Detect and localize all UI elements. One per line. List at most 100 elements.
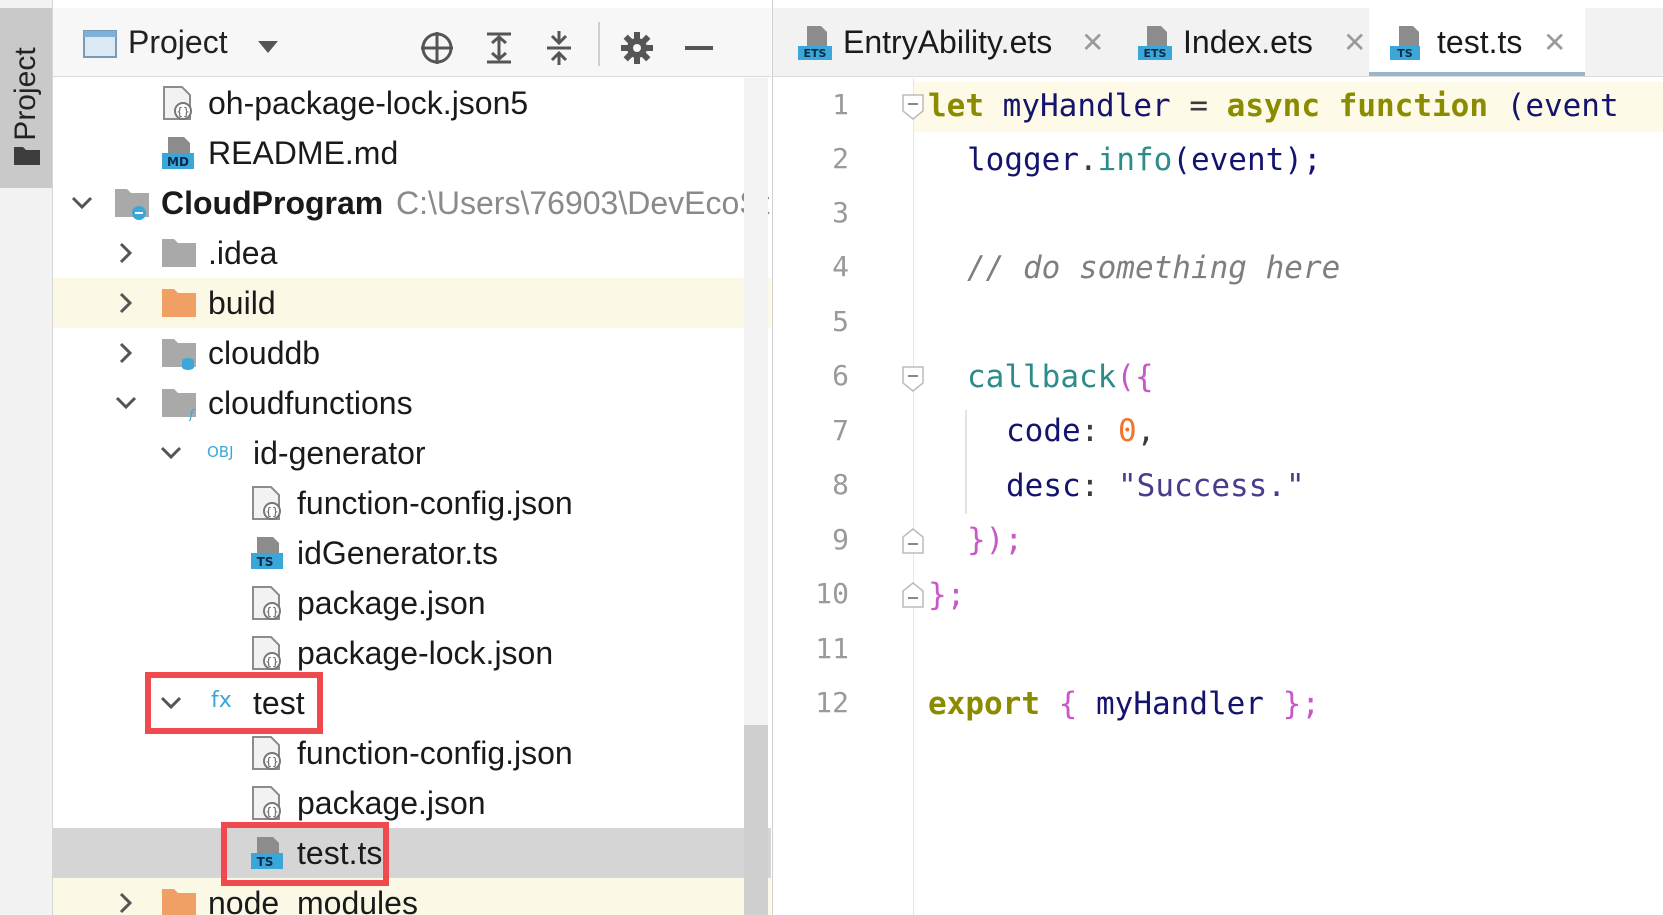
project-view-icon: [83, 30, 117, 58]
code-line-7[interactable]: code: 0,: [1006, 411, 1155, 451]
folder-icon: [14, 147, 40, 165]
line-number: 12: [815, 686, 849, 719]
chevron-down-icon[interactable]: [158, 440, 184, 466]
tab-test-ts[interactable]: TS test.ts ✕: [1369, 8, 1585, 76]
tree-item-package-lock-json[interactable]: {} package-lock.json: [53, 628, 771, 678]
line-number: 2: [832, 142, 849, 175]
svg-text:{}: {}: [265, 755, 278, 768]
expand-all-icon[interactable]: [479, 28, 519, 68]
indent-guide: [965, 410, 967, 514]
toolbar-divider: [598, 22, 600, 66]
chevron-right-icon[interactable]: [113, 890, 139, 915]
project-tool-tab-label: Project: [9, 47, 42, 141]
svg-text:TS: TS: [1397, 47, 1413, 60]
highlight-box-test-ts: [221, 822, 389, 886]
tree-item-function-config[interactable]: {} function-config.json: [53, 478, 771, 528]
svg-text:{}: {}: [265, 505, 278, 518]
close-tab-icon[interactable]: ✕: [1081, 26, 1104, 59]
tree-item-function-config[interactable]: {} function-config.json: [53, 728, 771, 778]
tab-entryability-ets[interactable]: ETS EntryAbility.ets ✕: [791, 8, 1121, 76]
ets-file-icon: ETS: [1138, 26, 1172, 60]
project-panel: Project {} oh-package-lock.json5 MD READ…: [53, 0, 771, 915]
tool-window-strip: Project: [0, 0, 53, 915]
line-number: 8: [832, 468, 849, 501]
tree-item-test-ts[interactable]: TS test.ts: [53, 828, 771, 878]
chevron-right-icon[interactable]: [113, 240, 139, 266]
tree-item-package-json[interactable]: {} package.json: [53, 778, 771, 828]
obj-icon: OBJ: [207, 443, 234, 461]
json-file-icon: {}: [252, 636, 281, 670]
json-file-icon: {}: [252, 486, 281, 520]
line-number: 5: [832, 305, 849, 338]
collapse-all-icon[interactable]: [539, 28, 579, 68]
code-line-6[interactable]: callback({: [967, 357, 1154, 397]
fold-marker-icon[interactable]: [902, 94, 924, 120]
code-line-8[interactable]: desc: "Success.": [1006, 466, 1305, 506]
project-tool-tab[interactable]: Project: [0, 8, 52, 188]
database-folder-icon: [162, 339, 196, 370]
tree-item-package-json[interactable]: {} package.json: [53, 578, 771, 628]
tree-item-idea[interactable]: .idea: [53, 228, 771, 278]
code-line-9[interactable]: });: [967, 520, 1023, 560]
json-file-icon: {}: [252, 586, 281, 620]
tree-item-id-generator[interactable]: OBJ id-generator: [53, 428, 771, 478]
tree-item-build[interactable]: build: [53, 278, 771, 328]
close-tab-icon[interactable]: ✕: [1543, 26, 1566, 59]
svg-text:{}: {}: [176, 105, 189, 118]
excluded-folder-icon: [162, 889, 196, 915]
functions-folder-icon: f: [162, 389, 196, 421]
project-panel-header: Project: [53, 8, 771, 77]
svg-text:MD: MD: [167, 155, 189, 169]
svg-text:ETS: ETS: [804, 47, 827, 60]
svg-text:{}: {}: [265, 655, 278, 668]
fold-marker-icon[interactable]: [902, 366, 924, 392]
code-editor: ETS EntryAbility.ets ✕ ETS Index.ets ✕ T…: [772, 0, 1663, 915]
highlight-box-test-folder: [145, 672, 323, 734]
gear-icon[interactable]: [617, 28, 657, 68]
locate-file-icon[interactable]: [417, 28, 457, 68]
ets-file-icon: ETS: [798, 26, 832, 60]
tree-item-clouddb[interactable]: clouddb: [53, 328, 771, 378]
chevron-right-icon[interactable]: [113, 340, 139, 366]
line-number: 3: [832, 196, 849, 229]
line-number: 6: [832, 359, 849, 392]
folder-icon: [162, 239, 196, 267]
code-line-2[interactable]: logger.info(event);: [967, 140, 1322, 180]
svg-text:{}: {}: [265, 805, 278, 818]
editor-tab-bar: ETS EntryAbility.ets ✕ ETS Index.ets ✕ T…: [773, 8, 1663, 77]
close-tab-icon[interactable]: ✕: [1343, 26, 1366, 59]
tree-item-cloudfunctions[interactable]: f cloudfunctions: [53, 378, 771, 428]
hide-panel-icon[interactable]: [679, 28, 719, 68]
line-number: 9: [832, 523, 849, 556]
chevron-right-icon[interactable]: [113, 290, 139, 316]
project-tree: {} oh-package-lock.json5 MD README.md Cl…: [53, 78, 771, 915]
fold-end-marker-icon[interactable]: [902, 528, 924, 554]
line-number: 10: [815, 577, 849, 610]
excluded-folder-icon: [162, 289, 196, 317]
chevron-down-icon[interactable]: [69, 190, 95, 216]
project-view-title[interactable]: Project: [128, 24, 228, 61]
svg-text:{}: {}: [265, 605, 278, 618]
code-line-4[interactable]: // do something here: [967, 248, 1340, 288]
tree-item-readme[interactable]: MD README.md: [53, 128, 771, 178]
json-file-icon: {}: [252, 736, 281, 770]
module-path: C:\Users\76903\DevEcoStu: [396, 185, 771, 221]
svg-text:TS: TS: [257, 555, 274, 569]
typescript-file-icon: TS: [251, 537, 283, 569]
tree-item-oh-package-lock[interactable]: {} oh-package-lock.json5: [53, 78, 771, 128]
code-line-12[interactable]: export { myHandler };: [928, 684, 1320, 724]
svg-text:ETS: ETS: [1144, 47, 1167, 60]
chevron-down-icon[interactable]: [113, 390, 139, 416]
tree-item-idgenerator-ts[interactable]: TS idGenerator.ts: [53, 528, 771, 578]
code-line-1[interactable]: let myHandler = async function (event: [928, 86, 1619, 126]
line-number: 7: [832, 414, 849, 447]
tree-item-node-modules[interactable]: node_modules: [53, 878, 771, 915]
fold-end-marker-icon[interactable]: [902, 582, 924, 608]
tree-scrollbar-thumb[interactable]: [744, 725, 768, 915]
line-number: 1: [832, 88, 849, 121]
code-line-10[interactable]: };: [928, 575, 965, 615]
tree-item-cloudprogram[interactable]: CloudProgram C:\Users\76903\DevEcoStu: [53, 178, 771, 228]
chevron-down-icon[interactable]: [257, 40, 279, 54]
json-file-icon: {}: [252, 786, 281, 820]
typescript-file-icon: TS: [1390, 26, 1420, 60]
